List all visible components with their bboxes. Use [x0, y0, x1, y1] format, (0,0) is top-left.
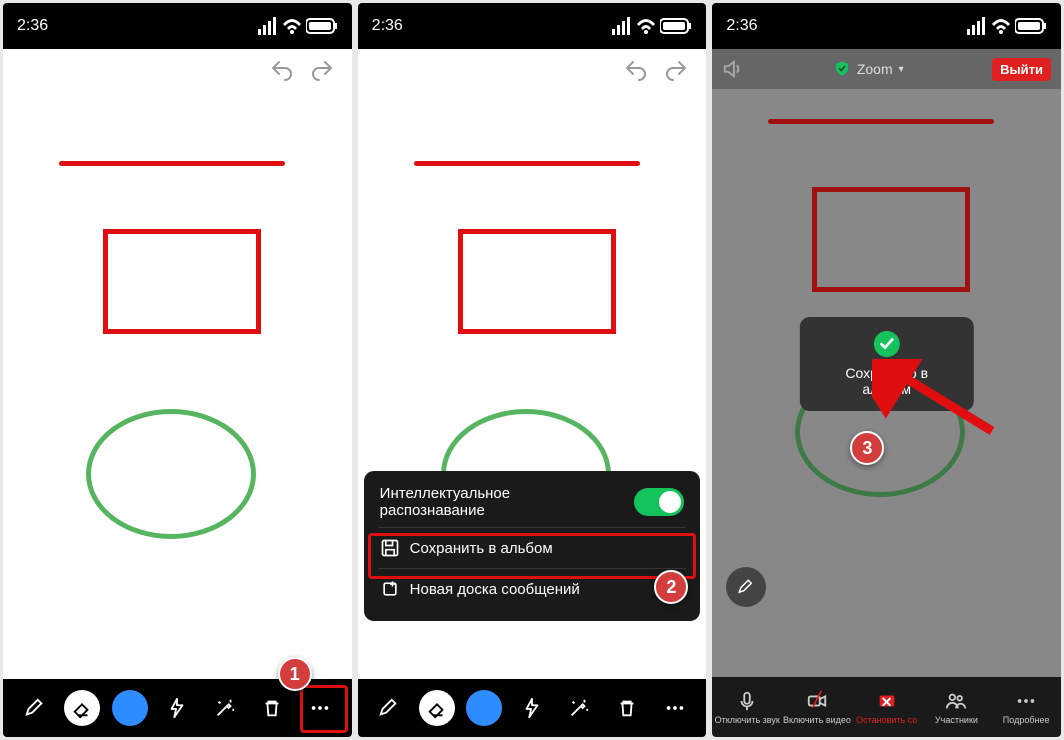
step-badge-1: 1 — [278, 657, 312, 691]
zoom-title-label: Zoom — [857, 61, 893, 77]
screen-1: 2:36 1 — [3, 3, 352, 737]
screen-2: 2:36 Интеллектуальное распознавание Сохр… — [358, 3, 707, 737]
highlight-2 — [368, 533, 697, 579]
mic-icon — [736, 690, 758, 712]
color-tool[interactable] — [466, 690, 502, 726]
status-bar: 2:36 — [358, 3, 707, 49]
stop-x-icon: ✕ — [881, 694, 893, 711]
color-tool[interactable] — [112, 690, 148, 726]
status-time: 2:36 — [17, 17, 48, 35]
magic-tool[interactable] — [207, 690, 243, 726]
signal-icon — [967, 17, 987, 35]
new-board-icon — [380, 579, 400, 599]
whiteboard-toolbar — [358, 679, 707, 737]
more-button[interactable]: Подробнее — [991, 690, 1061, 725]
shape-tool[interactable] — [514, 690, 550, 726]
battery-icon — [306, 17, 338, 35]
status-bar: 2:36 — [712, 3, 1061, 49]
arrow-icon — [872, 359, 1002, 449]
drawn-line — [414, 161, 640, 166]
zoom-title[interactable]: Zoom ▾ — [833, 60, 904, 78]
video-button[interactable]: ╱ Включить видео — [782, 690, 852, 725]
meeting-toolbar: Отключить звук ╱ Включить видео ✕ Остано… — [712, 677, 1061, 737]
highlight-1 — [300, 685, 348, 733]
status-time: 2:36 — [726, 17, 757, 35]
drawn-ellipse — [86, 409, 256, 539]
smart-recognition-row[interactable]: Интеллектуальное распознавание — [378, 483, 687, 527]
smart-recognition-label: Интеллектуальное распознавание — [380, 485, 610, 519]
new-board-label: Новая доска сообщений — [410, 581, 580, 598]
stop-share-button[interactable]: ✕ Остановить со — [852, 690, 922, 725]
share-label: Остановить со — [856, 715, 917, 725]
redo-icon[interactable] — [664, 58, 688, 82]
pen-tool[interactable] — [371, 690, 407, 726]
zoom-header: Zoom ▾ Выйти — [712, 49, 1061, 89]
status-time: 2:36 — [372, 17, 403, 35]
undo-icon[interactable] — [270, 58, 294, 82]
battery-icon — [660, 17, 692, 35]
whiteboard[interactable] — [3, 91, 352, 679]
whiteboard[interactable]: Интеллектуальное распознавание Сохранить… — [358, 91, 707, 679]
edit-fab[interactable] — [726, 567, 766, 607]
drawn-line — [59, 161, 285, 166]
mute-label: Отключить звук — [715, 715, 780, 725]
signal-icon — [612, 17, 632, 35]
pen-tool[interactable] — [17, 690, 53, 726]
more-label: Подробнее — [1003, 715, 1050, 725]
drawn-rectangle — [812, 187, 970, 292]
people-icon — [945, 690, 967, 712]
smart-recognition-toggle[interactable] — [634, 488, 684, 516]
battery-icon — [1015, 17, 1047, 35]
wifi-icon — [282, 16, 302, 36]
drawn-rectangle — [458, 229, 616, 334]
meeting-view: Zoom ▾ Выйти Сохранено в альбом 3 — [712, 49, 1061, 677]
mute-button[interactable]: Отключить звук — [712, 690, 782, 725]
status-icons — [967, 16, 1047, 36]
canvas-header — [3, 49, 352, 91]
status-bar: 2:36 — [3, 3, 352, 49]
canvas-header — [358, 49, 707, 91]
status-icons — [612, 16, 692, 36]
wifi-icon — [991, 16, 1011, 36]
check-icon — [874, 331, 900, 357]
shape-tool[interactable] — [159, 690, 195, 726]
pen-icon — [737, 578, 755, 596]
redo-icon[interactable] — [310, 58, 334, 82]
magic-tool[interactable] — [561, 690, 597, 726]
video-off-icon: ╱ — [813, 691, 821, 708]
more-tool[interactable] — [657, 690, 693, 726]
participants-label: Участники — [935, 715, 978, 725]
speaker-icon[interactable] — [722, 58, 744, 80]
eraser-tool[interactable] — [64, 690, 100, 726]
shield-icon — [833, 60, 851, 78]
drawn-line — [768, 119, 994, 124]
drawn-rectangle — [103, 229, 261, 334]
trash-tool[interactable] — [609, 690, 645, 726]
eraser-tool[interactable] — [419, 690, 455, 726]
chevron-down-icon: ▾ — [899, 64, 904, 75]
screen-3: 2:36 Zoom ▾ Выйти Сохранено в альбом 3 — [712, 3, 1061, 737]
participants-button[interactable]: Участники — [922, 690, 992, 725]
undo-icon[interactable] — [624, 58, 648, 82]
video-label: Включить видео — [783, 715, 851, 725]
wifi-icon — [636, 16, 656, 36]
signal-icon — [258, 17, 278, 35]
status-icons — [258, 16, 338, 36]
exit-button[interactable]: Выйти — [992, 58, 1051, 81]
dots-icon — [1015, 690, 1037, 712]
trash-tool[interactable] — [254, 690, 290, 726]
